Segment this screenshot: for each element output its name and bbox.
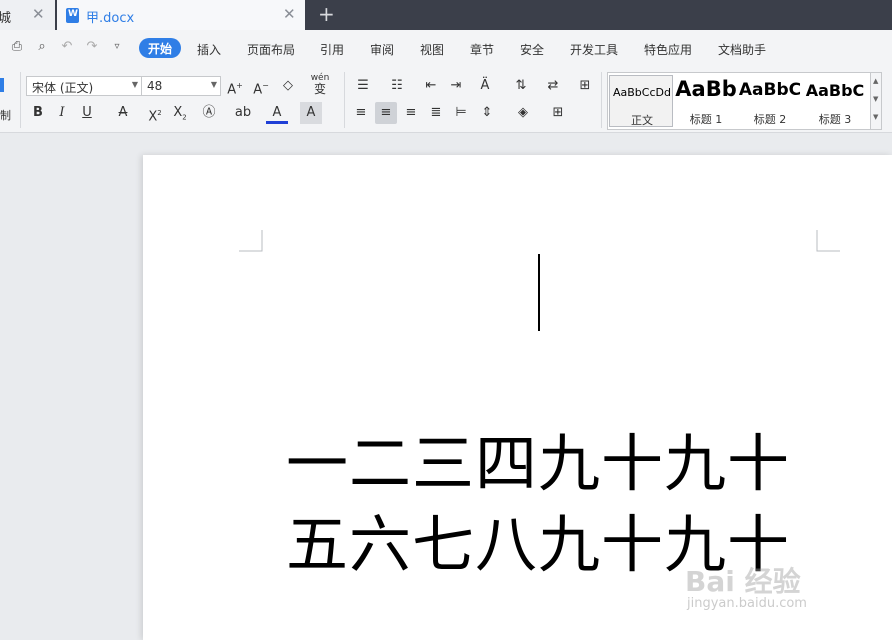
align-right-icon[interactable]: ≡	[400, 102, 422, 124]
phonetic-guide-icon[interactable]: wén 变	[305, 73, 335, 95]
close-icon[interactable]: ✕	[32, 5, 45, 23]
menu-bar: ⎙ ⌕ ↶ ↷ ▿ 开始 插入 页面布局 引用 审阅 视图 章节 安全 开发工具…	[0, 30, 892, 66]
align-center-icon[interactable]: ≡	[375, 102, 397, 124]
word-doc-icon: W	[66, 8, 79, 23]
baidu-jingyan-watermark: Bai 经验 jingyan.baidu.com	[685, 565, 807, 611]
menu-section[interactable]: 章节	[470, 41, 494, 58]
italic-icon[interactable]: I	[51, 102, 73, 124]
style-gallery-scroll[interactable]: ▲ ▼ ▼	[870, 72, 882, 130]
subscript-icon[interactable]: X2	[169, 102, 191, 124]
margin-corner-top-right	[816, 230, 840, 252]
menu-references[interactable]: 引用	[320, 41, 344, 58]
menu-view[interactable]: 视图	[420, 41, 444, 58]
borders-icon[interactable]: ⊞	[547, 102, 569, 124]
tab-document-label: 甲.docx	[86, 11, 135, 26]
menu-start[interactable]: 开始	[139, 38, 181, 58]
decrease-indent-icon[interactable]: ⇤	[420, 75, 442, 97]
divider	[20, 72, 21, 128]
clear-format-eraser-icon[interactable]: ◇	[277, 75, 299, 97]
print-icon[interactable]: ⎙	[8, 38, 26, 56]
line-spacing-icon[interactable]: ⇕	[476, 102, 498, 124]
align-left-icon[interactable]: ≡	[350, 102, 372, 124]
style-gallery: AaBbCcDd 正文 AaBb 标题 1 AaBbC 标题 2 AaBbC 标…	[607, 72, 871, 130]
shading-fill-icon[interactable]: ◈	[512, 102, 534, 124]
show-hide-marks-icon[interactable]: ⇄	[542, 75, 564, 97]
clipboard-label: 制	[0, 109, 11, 122]
grow-font-icon[interactable]: A+	[224, 75, 246, 97]
divider	[344, 72, 345, 128]
style-heading-3[interactable]: AaBbC 标题 3	[803, 75, 867, 127]
close-icon[interactable]: ✕	[283, 5, 296, 23]
table-grid-icon[interactable]: ⊞	[574, 75, 596, 97]
chevron-down-icon[interactable]: ▼	[873, 95, 878, 103]
font-name-select[interactable]: 宋体 (正文) ▼	[26, 76, 142, 96]
tab-document[interactable]: W 甲.docx ✕	[57, 0, 305, 30]
chevron-up-icon[interactable]: ▲	[873, 77, 878, 85]
menu-doc-assistant[interactable]: 文档助手	[718, 41, 766, 58]
character-shading-icon[interactable]: A	[300, 102, 322, 124]
new-tab-plus-icon[interactable]: +	[318, 2, 335, 26]
style-heading-2[interactable]: AaBbC 标题 2	[738, 75, 802, 127]
sort-icon[interactable]: ⇅	[510, 75, 532, 97]
shrink-font-icon[interactable]: A−	[250, 75, 272, 97]
increase-indent-icon[interactable]: ⇥	[445, 75, 467, 97]
tab-bar: 城 ✕ W 甲.docx ✕ +	[0, 0, 892, 30]
tab-store[interactable]: 城 ✕	[0, 0, 55, 30]
strikethrough-icon[interactable]: A	[112, 102, 134, 124]
distributed-align-icon[interactable]: ⊨	[450, 102, 472, 124]
font-color-icon[interactable]: A	[266, 102, 288, 124]
underline-icon[interactable]: U	[76, 102, 98, 124]
font-size-select[interactable]: 48 ▼	[141, 76, 221, 96]
customize-quick-access-icon[interactable]: ▿	[108, 38, 126, 56]
menu-page-layout[interactable]: 页面布局	[247, 41, 295, 58]
tab-store-label: 城	[0, 11, 12, 26]
style-heading-1[interactable]: AaBb 标题 1	[674, 75, 738, 127]
style-normal[interactable]: AaBbCcDd 正文	[609, 75, 673, 127]
bold-icon[interactable]: B	[27, 102, 49, 124]
text-effect-icon[interactable]: Ⓐ	[198, 102, 220, 124]
undo-icon[interactable]: ↶	[58, 38, 76, 56]
format-painter-icon[interactable]	[0, 78, 4, 92]
bullet-list-icon[interactable]: ☰	[352, 75, 374, 97]
highlight-icon[interactable]: ab	[232, 102, 254, 124]
menu-special-features[interactable]: 特色应用	[644, 41, 692, 58]
menu-developer[interactable]: 开发工具	[570, 41, 618, 58]
redo-icon[interactable]: ↷	[83, 38, 101, 56]
menu-security[interactable]: 安全	[520, 41, 544, 58]
ribbon: 制 宋体 (正文) ▼ 48 ▼ A+ A− ◇ wén 变 B I U A X2 X…	[0, 66, 892, 133]
print-preview-icon[interactable]: ⌕	[33, 38, 51, 56]
document-line-1[interactable]: 一二三四九十九十	[286, 432, 790, 496]
chevron-down-icon: ▼	[131, 80, 138, 89]
superscript-icon[interactable]: X2	[144, 102, 166, 124]
chevron-down-icon: ▼	[210, 80, 217, 89]
justify-icon[interactable]: ≣	[425, 102, 447, 124]
expand-gallery-icon[interactable]: ▼	[873, 113, 878, 121]
numbered-list-icon[interactable]: ☷	[386, 75, 408, 97]
menu-insert[interactable]: 插入	[197, 41, 221, 58]
divider	[601, 72, 602, 128]
margin-corner-top-left	[239, 230, 263, 252]
text-cursor	[538, 254, 540, 331]
menu-review[interactable]: 审阅	[370, 41, 394, 58]
chinese-layout-icon[interactable]: Ä	[474, 75, 496, 97]
